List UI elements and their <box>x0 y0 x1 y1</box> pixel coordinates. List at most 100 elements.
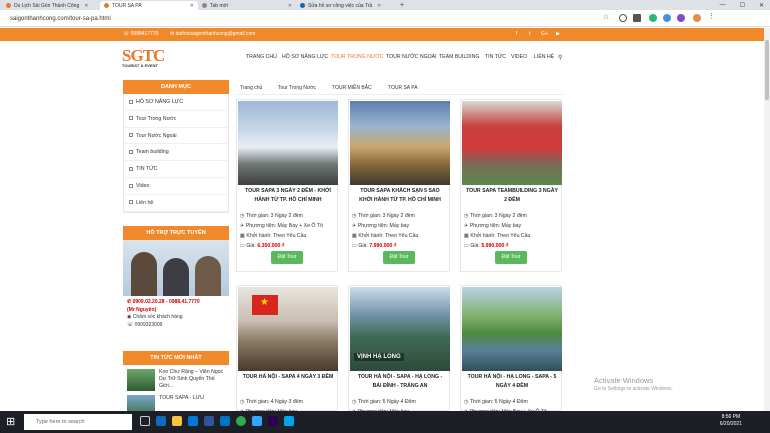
twitter-icon[interactable]: t <box>529 31 530 37</box>
new-tab-favicon-icon <box>202 3 207 8</box>
chrome-icon[interactable] <box>236 416 246 426</box>
sidebar-list: HỒ SƠ NĂNG LỰC Tour Trong Nước Tour Nước… <box>123 94 229 213</box>
site-favicon-icon <box>6 3 11 8</box>
tour-title[interactable]: TOUR HÀ NỘI - SAPA - HẠ LONG - BÁI ĐÍNH … <box>353 373 447 390</box>
tour-title[interactable]: TOUR SAPA KHÁCH SẠN 5 SAO KHỞI HÀNH TỪ T… <box>353 187 447 204</box>
sidebar-item-video[interactable]: Video <box>124 178 228 195</box>
sidebar-title: DANH MỤC <box>123 80 229 94</box>
menu-item-news[interactable]: TIN TỨC <box>485 54 506 60</box>
customer-care-phone[interactable]: ☏ 0909323009 <box>127 322 225 330</box>
tour-title[interactable]: TOUR SAPA TEAMBUILDING 3 NGÀY 2 ĐÊM <box>465 187 559 204</box>
sidebar-categories: DANH MỤC HỒ SƠ NĂNG LỰC Tour Trong Nước … <box>123 80 229 213</box>
menu-item-video[interactable]: VIDEO <box>511 54 527 60</box>
tour-image <box>350 101 450 185</box>
profile-avatar-icon[interactable] <box>693 14 701 22</box>
tour-info: ◷ Thời gian: 3 Ngày 2 đêm ✈ Phương tiện:… <box>464 213 531 249</box>
menu-item-international-tours[interactable]: TOUR NƯỚC NGOÀI <box>386 54 437 60</box>
minimize-icon[interactable]: — <box>720 2 726 8</box>
store-icon[interactable] <box>188 416 198 426</box>
tour-card[interactable]: TOUR SAPA TEAMBUILDING 3 NGÀY 2 ĐÊM ◷ Th… <box>460 99 562 272</box>
windows-taskbar: ⊞ Type here to search 8:56 PM 6/20/2021 <box>0 411 770 433</box>
person-shape <box>163 258 189 296</box>
book-tour-button[interactable]: Đặt Tour <box>495 251 527 264</box>
menu-item-team-building[interactable]: TEAM BUILDING <box>439 54 479 60</box>
browser-tab-4[interactable]: Sửa hồ sơ công việc của Trầ ✕ <box>296 1 394 10</box>
tour-card[interactable]: ★ TOUR HÀ NỘI - SAPA 4 NGÀY 3 ĐÊM ◷ Thời… <box>236 285 338 415</box>
topbar-email[interactable]: ✉ dathtosaigonthanhcong@gmail.com <box>170 31 255 37</box>
menu-item-contact[interactable]: LIÊN HỆ <box>534 54 554 60</box>
download-icon[interactable] <box>633 14 641 22</box>
tour-title[interactable]: TOUR SAPA 3 NGÀY 2 ĐÊM - KHỞI HÀNH TỪ TP… <box>241 187 335 204</box>
task-view-icon[interactable] <box>140 416 150 426</box>
menu-item-home[interactable]: TRANG CHỦ <box>246 54 277 60</box>
close-tab-icon[interactable]: ✕ <box>288 3 292 9</box>
book-tour-button[interactable]: Đặt Tour <box>383 251 415 264</box>
skype-taskbar-icon[interactable] <box>284 416 294 426</box>
menu-item-domestic-tours[interactable]: TOUR TRONG NƯỚC <box>331 54 384 60</box>
plane-icon: ✈ <box>464 223 469 229</box>
tour-title[interactable]: TOUR HÀ NỘI - HẠ LONG - SAPA - 5 NGÀY 4 … <box>465 373 559 390</box>
clock-icon: ◷ <box>464 213 469 219</box>
facebook-icon[interactable]: f <box>516 31 517 37</box>
maximize-icon[interactable]: ☐ <box>740 2 745 9</box>
topbar-phone[interactable]: ☏ 0988417770 <box>123 31 158 37</box>
word-icon[interactable] <box>204 416 214 426</box>
breadcrumb-home[interactable]: Trang chủ <box>240 85 262 91</box>
menu-item-profile[interactable]: HỒ SƠ NĂNG LỰC <box>282 54 328 60</box>
tour-price: 7.990.000 ₫ <box>369 243 397 249</box>
youtube-icon[interactable]: ▶ <box>556 31 560 37</box>
close-tab-icon[interactable]: ✕ <box>190 3 194 9</box>
new-tab-button[interactable]: + <box>396 1 406 10</box>
calendar-icon: ▦ <box>464 233 469 239</box>
sidebar-item-news[interactable]: TIN TỨC <box>124 161 228 178</box>
plane-icon: ✈ <box>352 223 357 229</box>
sidebar-item-international[interactable]: Tour Nước Ngoài <box>124 128 228 145</box>
menu-dots-icon[interactable]: ⋮ <box>708 12 716 20</box>
close-tab-icon[interactable]: ✕ <box>84 3 88 9</box>
sidebar-item-profile[interactable]: HỒ SƠ NĂNG LỰC <box>124 94 228 111</box>
tour-card[interactable]: TOUR SAPA KHÁCH SẠN 5 SAO KHỞI HÀNH TỪ T… <box>348 99 450 272</box>
news-item[interactable]: Kon Chư Răng – Viên Ngọc Dự Trữ Sinh Quy… <box>123 365 229 391</box>
taskbar-search[interactable]: Type here to search <box>24 414 132 430</box>
tour-card[interactable]: VỊNH HẠ LONG TOUR HÀ NỘI - SAPA - HẠ LON… <box>348 285 450 415</box>
windows-start-icon[interactable]: ⊞ <box>6 415 15 428</box>
person-shape <box>195 256 221 296</box>
book-tour-button[interactable]: Đặt Tour <box>271 251 303 264</box>
file-explorer-icon[interactable] <box>172 416 182 426</box>
page-scrollbar[interactable] <box>764 28 770 411</box>
url-field[interactable]: saigonthanhcong.com/tour-sa-pa.html <box>8 14 578 24</box>
money-icon: ▭ <box>352 243 357 249</box>
tour-card[interactable]: TOUR SAPA 3 NGÀY 2 ĐÊM - KHỞI HÀNH TỪ TP… <box>236 99 338 272</box>
close-window-icon[interactable]: ✕ <box>759 2 764 9</box>
browser-tab-2[interactable]: TOUR SA PA ✕ <box>100 1 198 10</box>
close-tab-icon[interactable]: ✕ <box>377 3 381 9</box>
search-icon[interactable]: ⚲ <box>558 54 562 61</box>
tour-title[interactable]: TOUR HÀ NỘI - SAPA 4 NGÀY 3 ĐÊM <box>241 373 335 382</box>
support-phones[interactable]: ✆ 0909.02.20.28 - 0988.41.7770 <box>127 299 225 307</box>
extension-blue-icon[interactable] <box>663 14 671 22</box>
premiere-icon[interactable] <box>268 416 278 426</box>
calendar-icon: ▦ <box>240 233 245 239</box>
extension-shield-icon[interactable] <box>619 14 627 22</box>
browser-tab-3[interactable]: Tab mới ✕ <box>198 1 296 10</box>
site-logo[interactable]: SGTC TOURIST & EVENT <box>122 47 174 73</box>
clock-icon: ◷ <box>352 399 357 405</box>
outlook-icon[interactable] <box>220 416 230 426</box>
phone-icon: ☏ <box>127 321 135 328</box>
taskbar-clock[interactable]: 8:56 PM 6/20/2021 <box>720 414 742 428</box>
edge-icon[interactable] <box>156 416 166 426</box>
scrollbar-thumb[interactable] <box>765 40 769 100</box>
extension-purple-icon[interactable] <box>677 14 685 22</box>
google-plus-icon[interactable]: G+ <box>541 31 548 37</box>
extension-green-icon[interactable] <box>649 14 657 22</box>
sidebar-item-team-building[interactable]: Team building <box>124 144 228 162</box>
sidebar-item-domestic[interactable]: Tour Trong Nước <box>124 111 228 128</box>
tour-card[interactable]: TOUR HÀ NỘI - HẠ LONG - SAPA - 5 NGÀY 4 … <box>460 285 562 415</box>
star-icon[interactable]: ☆ <box>603 13 611 21</box>
browser-tab-1[interactable]: Du Lịch Sài Gòn Thành Công ✕ <box>2 1 100 10</box>
photoshop-icon[interactable] <box>252 416 262 426</box>
breadcrumb-north[interactable]: TOUR MIỀN BẮC <box>332 85 372 91</box>
tour-price: 6.350.000 ₫ <box>257 243 285 249</box>
breadcrumb-domestic[interactable]: Tour Trong Nước <box>278 85 316 91</box>
sidebar-item-contact[interactable]: Liên hệ <box>124 195 228 212</box>
